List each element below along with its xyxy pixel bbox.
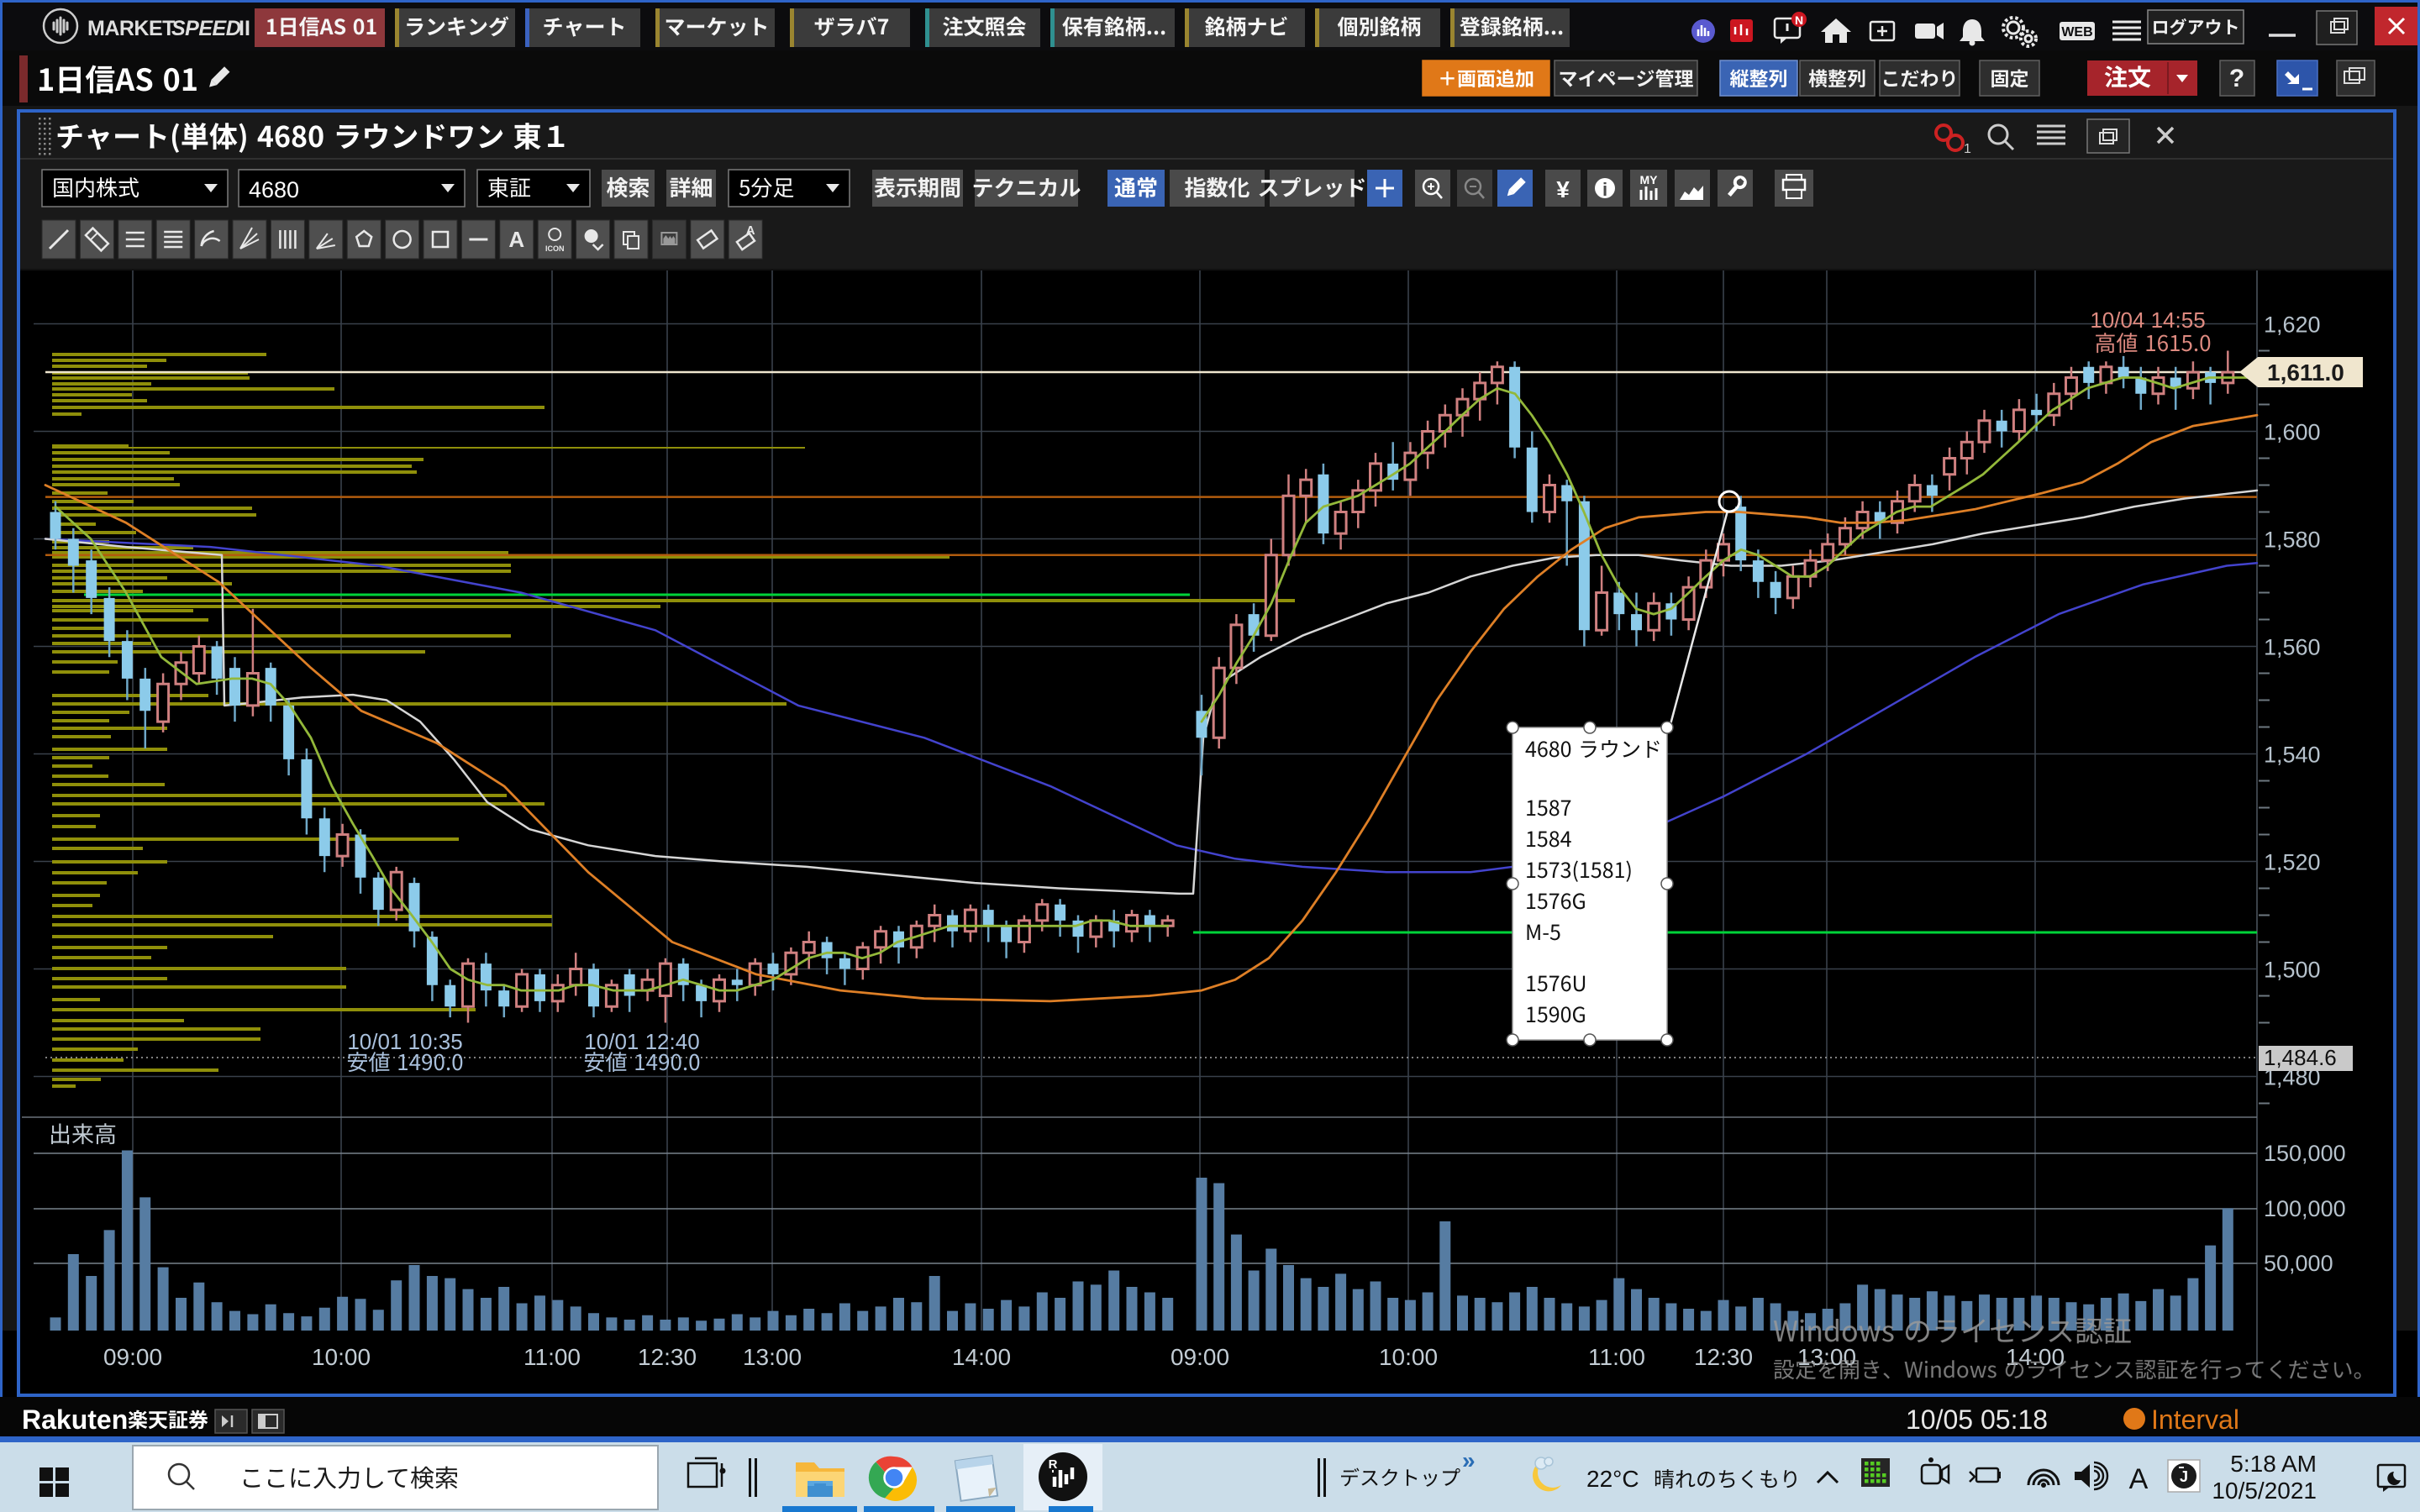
svg-text:22°C: 22°C xyxy=(1586,1466,1639,1492)
svg-text:14:00: 14:00 xyxy=(952,1344,1011,1370)
svg-text:WEB: WEB xyxy=(2061,25,2092,39)
svg-text:10:00: 10:00 xyxy=(312,1344,371,1370)
svg-text:1,540: 1,540 xyxy=(2264,743,2321,768)
svg-text:1,520: 1,520 xyxy=(2264,850,2321,875)
svg-text:100,000: 100,000 xyxy=(2264,1196,2346,1221)
svg-text:09:00: 09:00 xyxy=(1171,1344,1229,1370)
svg-text:10/04 14:55: 10/04 14:55 xyxy=(2090,307,2205,333)
svg-text:150,000: 150,000 xyxy=(2264,1141,2346,1166)
svg-text:i: i xyxy=(1602,179,1607,200)
svg-text:1,600: 1,600 xyxy=(2264,420,2321,445)
svg-text:1,500: 1,500 xyxy=(2264,958,2321,983)
svg-text:1,484.6: 1,484.6 xyxy=(2264,1045,2337,1070)
svg-text:Interval: Interval xyxy=(2151,1404,2239,1435)
svg-text:5:18 AM: 5:18 AM xyxy=(2230,1451,2317,1477)
svg-text:R: R xyxy=(1049,1457,1058,1472)
svg-text:N: N xyxy=(1795,13,1803,27)
svg-text:10/01 12:40: 10/01 12:40 xyxy=(584,1029,699,1054)
svg-text:13:00: 13:00 xyxy=(743,1344,802,1370)
svg-text:09:00: 09:00 xyxy=(103,1344,162,1370)
svg-text:10:00: 10:00 xyxy=(1379,1344,1438,1370)
svg-text:SPEED: SPEED xyxy=(171,17,241,40)
svg-text:II: II xyxy=(239,17,250,40)
svg-text:MARKET: MARKET xyxy=(87,17,175,40)
svg-text:10/5/2021: 10/5/2021 xyxy=(2212,1478,2317,1504)
svg-text:J: J xyxy=(2180,1468,2188,1485)
svg-text:50,000: 50,000 xyxy=(2264,1251,2333,1276)
svg-text:1,560: 1,560 xyxy=(2264,635,2321,660)
svg-text:Rakuten: Rakuten xyxy=(22,1404,128,1435)
svg-text:11:00: 11:00 xyxy=(1588,1344,1645,1370)
svg-text:1,580: 1,580 xyxy=(2264,528,2321,553)
svg-text:1,611.0: 1,611.0 xyxy=(2267,360,2344,386)
svg-text:A: A xyxy=(508,227,524,252)
svg-text:12:30: 12:30 xyxy=(638,1344,697,1370)
svg-text:¥: ¥ xyxy=(1556,176,1570,202)
svg-text:10/05 05:18: 10/05 05:18 xyxy=(1906,1404,2048,1435)
svg-text:12:30: 12:30 xyxy=(1694,1344,1753,1370)
svg-text:»: » xyxy=(1462,1447,1476,1473)
svg-text:10/01 10:35: 10/01 10:35 xyxy=(347,1029,462,1054)
svg-text:11:00: 11:00 xyxy=(523,1344,581,1370)
svg-text:?: ? xyxy=(2229,65,2244,92)
svg-text:A: A xyxy=(2129,1463,2149,1495)
svg-text:4680: 4680 xyxy=(249,177,299,202)
svg-text:A: A xyxy=(746,223,755,238)
svg-text:ICON: ICON xyxy=(545,244,565,253)
svg-text:MY: MY xyxy=(1640,173,1659,186)
svg-text:1,620: 1,620 xyxy=(2264,312,2321,338)
svg-text:1: 1 xyxy=(1964,142,1971,156)
